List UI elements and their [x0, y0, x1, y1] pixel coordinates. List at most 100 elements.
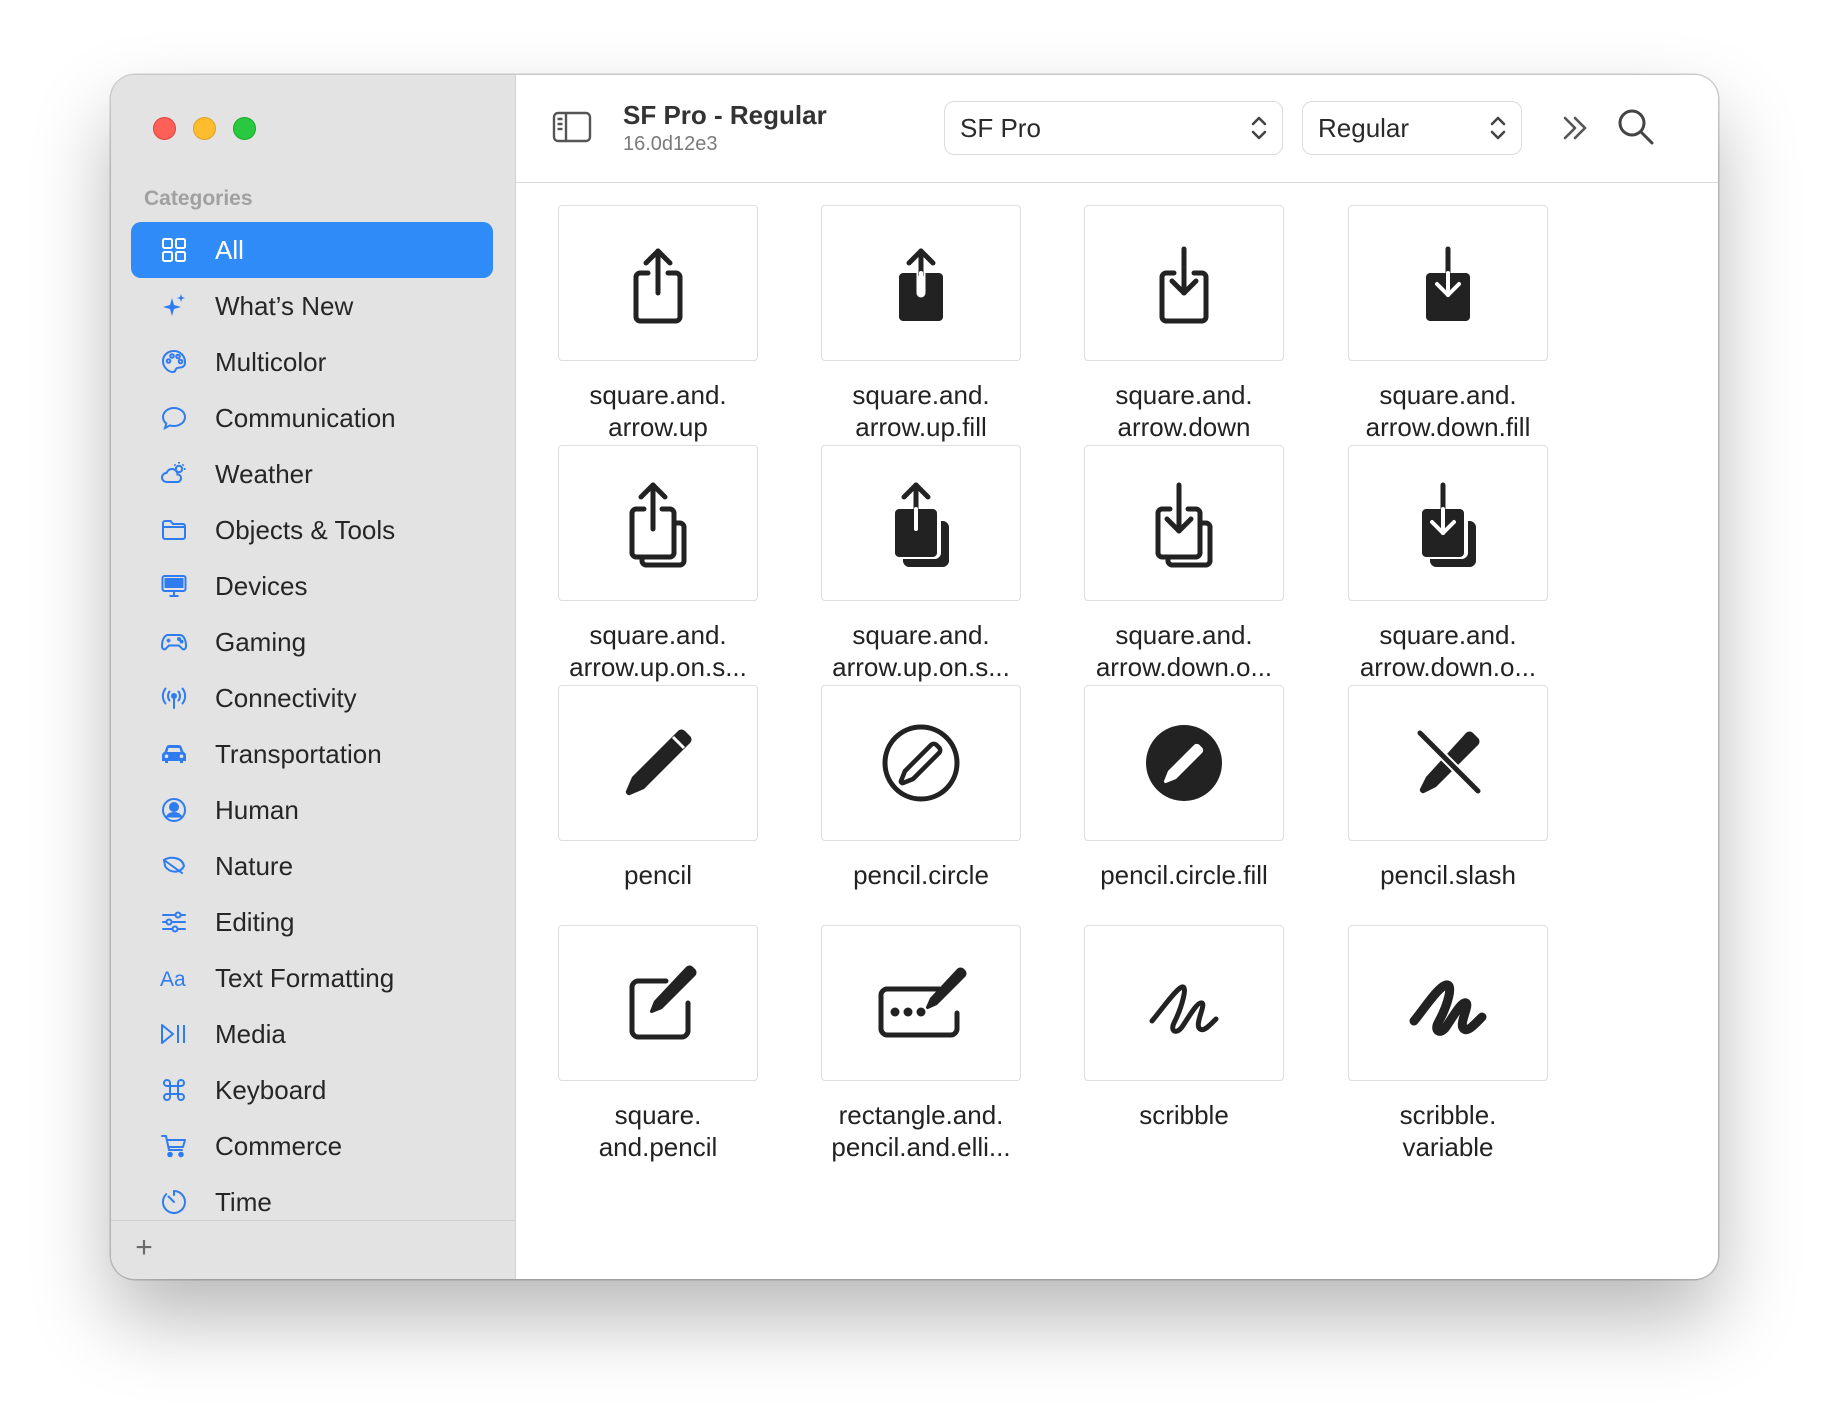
font-family-select[interactable]: SF Pro [944, 101, 1283, 155]
symbol-cell[interactable]: pencil.slash [1313, 685, 1583, 891]
sidebar-item-devices[interactable]: Devices [131, 558, 493, 614]
symbol-name: pencil [538, 859, 778, 891]
category-list: All What’s New Multicolor Communication Weat… [131, 222, 493, 1230]
scribble-variable-icon [1409, 980, 1487, 1036]
symbol-tile[interactable] [1348, 205, 1548, 361]
symbol-name-line-1: square.and. [1379, 380, 1517, 410]
sidebar-item-transportation[interactable]: Transportation [131, 726, 493, 782]
gamecontroller-icon [159, 627, 189, 657]
symbol-tile[interactable] [558, 685, 758, 841]
symbol-name-line-2: arrow.down [1117, 412, 1251, 442]
sidebar-item-editing[interactable]: Editing [131, 894, 493, 950]
font-weight-select[interactable]: Regular [1302, 101, 1522, 155]
symbol-name: scribble. variable [1328, 1099, 1568, 1163]
sidebar-item-communication[interactable]: Communication [131, 390, 493, 446]
symbol-name-line-1: scribble. [1399, 1100, 1497, 1130]
symbol-tile[interactable] [1084, 205, 1284, 361]
symbol-name-line-1: square.and. [1115, 620, 1253, 650]
sidebar-item-commerce[interactable]: Commerce [131, 1118, 493, 1174]
symbol-tile[interactable] [821, 205, 1021, 361]
symbol-name-line-1: pencil.slash [1380, 860, 1516, 890]
sidebar-item-label: Objects & Tools [215, 514, 396, 545]
chevron-up-down-icon [1490, 116, 1506, 140]
symbol-tile[interactable] [1084, 445, 1284, 601]
symbol-cell[interactable]: square. and.pencil [523, 925, 793, 1163]
square-and-arrow-down-on-square-icon [1155, 482, 1213, 568]
symbol-tile[interactable] [1348, 925, 1548, 1081]
scribble-icon [1149, 984, 1219, 1034]
symbol-tile[interactable] [1084, 685, 1284, 841]
square-and-arrow-down-fill-icon [1426, 246, 1470, 321]
sidebar-item-connectivity[interactable]: Connectivity [131, 670, 493, 726]
symbol-cell[interactable]: pencil.circle.fill [1049, 685, 1319, 891]
symbol-name: pencil.circle.fill [1064, 859, 1304, 891]
symbol-cell[interactable]: square.and. arrow.up [523, 205, 793, 443]
folder-icon [159, 515, 189, 545]
symbol-tile[interactable] [1348, 685, 1548, 841]
symbol-name-line-2: pencil.and.elli... [831, 1132, 1011, 1162]
symbol-tile[interactable] [821, 685, 1021, 841]
document-title: SF Pro - Regular [623, 100, 827, 130]
symbol-name: square.and. arrow.down.o... [1328, 619, 1568, 683]
symbol-tile[interactable] [821, 925, 1021, 1081]
font-weight-value: Regular [1318, 112, 1410, 143]
sidebar-item-multicolor[interactable]: Multicolor [131, 334, 493, 390]
paintpalette-icon [159, 347, 189, 377]
square-and-pencil-icon [629, 965, 697, 1040]
symbol-cell[interactable]: pencil [523, 685, 793, 891]
symbol-tile[interactable] [558, 445, 758, 601]
symbol-tile[interactable] [558, 205, 758, 361]
svg-text:Aa: Aa [160, 968, 186, 991]
playpause-icon [159, 1019, 189, 1049]
symbol-cell[interactable]: scribble [1049, 925, 1319, 1131]
symbol-tile[interactable] [1084, 925, 1284, 1081]
symbol-cell[interactable]: square.and. arrow.down.o... [1313, 445, 1583, 683]
chevron-double-right-icon[interactable] [1556, 109, 1594, 147]
antenna-icon [159, 683, 189, 713]
symbol-cell[interactable]: pencil.circle [786, 685, 1056, 891]
symbol-cell[interactable]: square.and. arrow.up.fill [786, 205, 1056, 443]
sidebar-item-label: Commerce [215, 1130, 343, 1161]
sidebar-item-what-s-new[interactable]: What’s New [131, 278, 493, 334]
symbol-tile[interactable] [821, 445, 1021, 601]
sidebar-item-nature[interactable]: Nature [131, 838, 493, 894]
symbol-cell[interactable]: scribble. variable [1313, 925, 1583, 1163]
symbol-tile[interactable] [558, 925, 758, 1081]
minimize-window-button[interactable] [193, 117, 216, 140]
symbol-name-line-1: square.and. [852, 620, 990, 650]
sidebar-item-label: Editing [215, 906, 295, 937]
sidebar-item-label: Media [215, 1018, 286, 1049]
sidebar-item-gaming[interactable]: Gaming [131, 614, 493, 670]
sidebar-toggle-icon[interactable] [552, 111, 592, 143]
symbol-cell[interactable]: square.and. arrow.down.fill [1313, 205, 1583, 443]
sidebar-item-all[interactable]: All [131, 222, 493, 278]
timer-icon [159, 1187, 189, 1217]
square-and-arrow-down-icon [1159, 246, 1209, 324]
sidebar-item-text-formatting[interactable]: Aa Text Formatting [131, 950, 493, 1006]
sidebar-item-label: Devices [215, 570, 308, 601]
search-icon[interactable] [1616, 107, 1656, 147]
symbol-name: square.and. arrow.down [1064, 379, 1304, 443]
document-version: 16.0d12e3 [623, 133, 718, 155]
sidebar-item-objects-tools[interactable]: Objects & Tools [131, 502, 493, 558]
app-window: Categories All What’s New Multicolor Commun… [111, 75, 1718, 1279]
symbol-name-line-1: pencil.circle.fill [1100, 860, 1268, 890]
symbol-cell[interactable]: square.and. arrow.down.o... [1049, 445, 1319, 683]
symbol-cell[interactable]: square.and. arrow.down [1049, 205, 1319, 443]
sidebar-item-keyboard[interactable]: Keyboard [131, 1062, 493, 1118]
symbol-tile[interactable] [1348, 445, 1548, 601]
symbol-cell[interactable]: square.and. arrow.up.on.s... [786, 445, 1056, 683]
sidebar-item-weather[interactable]: Weather [131, 446, 493, 502]
pencil-icon [625, 729, 692, 796]
sidebar-item-label: Text Formatting [215, 962, 395, 993]
close-window-button[interactable] [153, 117, 176, 140]
sidebar-item-human[interactable]: Human [131, 782, 493, 838]
add-collection-button[interactable]: + [127, 1231, 161, 1265]
sidebar-item-media[interactable]: Media [131, 1006, 493, 1062]
zoom-window-button[interactable] [233, 117, 256, 140]
sidebar-item-label: Gaming [215, 626, 307, 657]
sidebar-item-label: Time [215, 1186, 272, 1217]
symbol-cell[interactable]: rectangle.and. pencil.and.elli... [786, 925, 1056, 1163]
symbol-name: rectangle.and. pencil.and.elli... [801, 1099, 1041, 1163]
symbol-cell[interactable]: square.and. arrow.up.on.s... [523, 445, 793, 683]
